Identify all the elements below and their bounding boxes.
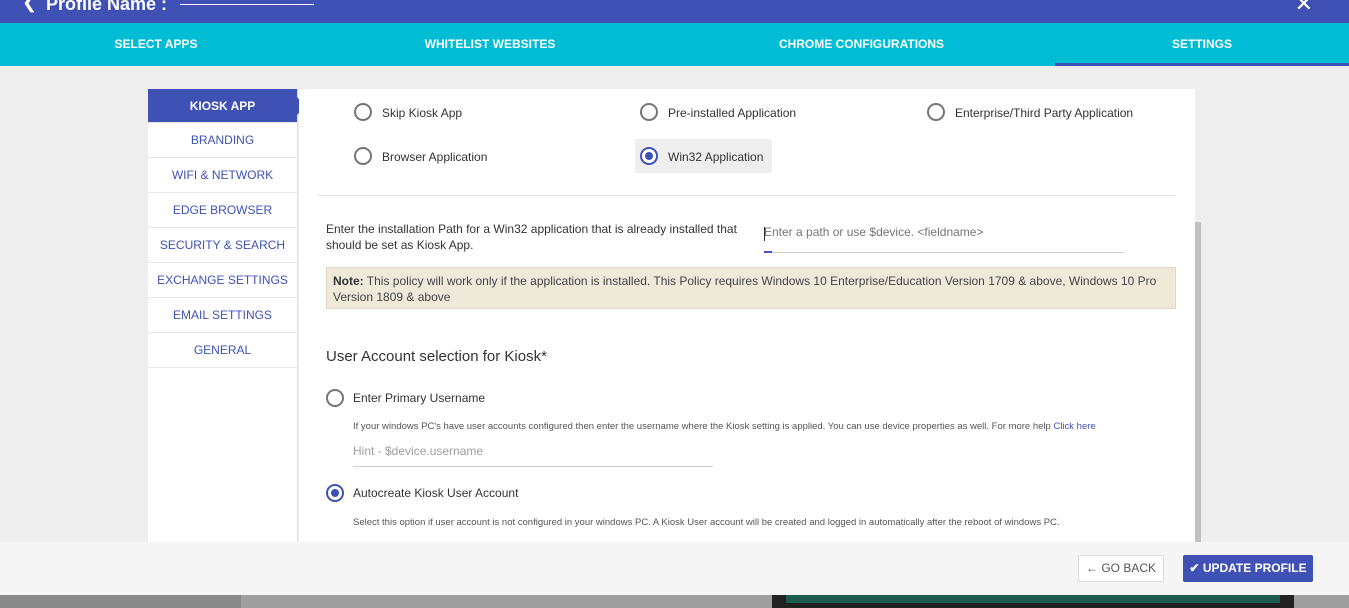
radio-label-skip-kiosk: Skip Kiosk App — [382, 106, 463, 120]
policy-note: Note: This policy will work only if the … — [326, 267, 1176, 309]
radio-label-win32-app: Win32 Application — [668, 150, 764, 164]
text-cursor — [764, 227, 765, 241]
radio-autocreate-account[interactable] — [326, 484, 344, 502]
radio-enterprise[interactable] — [927, 103, 945, 121]
profile-name-input[interactable] — [180, 3, 314, 5]
install-path-description: Enter the installation Path for a Win32 … — [326, 222, 737, 252]
sidebar-item-branding[interactable]: BRANDING — [148, 123, 297, 158]
primary-username-help: If your windows PC's have user accounts … — [353, 421, 1096, 432]
background-panel-green — [786, 595, 1280, 603]
username-input[interactable]: Hint - $device.username — [353, 441, 713, 467]
click-here-link[interactable]: Click here — [1053, 421, 1095, 432]
user-account-title: User Account selection for Kiosk* — [326, 348, 547, 365]
note-label: Note: — [333, 274, 364, 288]
focus-underline — [764, 251, 772, 253]
kiosk-settings-panel: Skip Kiosk App Pre-installed Application… — [299, 89, 1195, 542]
sidebar-item-security-search[interactable]: SECURITY & SEARCH — [148, 228, 297, 263]
radio-browser-app[interactable] — [354, 147, 372, 165]
background-panel-left — [0, 595, 241, 608]
sidebar-item-edge-browser[interactable]: EDGE BROWSER — [148, 193, 297, 228]
note-text: This policy will work only if the applic… — [333, 274, 1157, 304]
radio-win32-app[interactable] — [640, 147, 658, 165]
radio-label-browser-app: Browser Application — [382, 150, 488, 164]
go-back-label: GO BACK — [1101, 561, 1157, 575]
sidebar-item-exchange-settings[interactable]: EXCHANGE SETTINGS — [148, 263, 297, 298]
radio-primary-username[interactable] — [326, 389, 344, 407]
double-check-icon: ✔ — [1189, 561, 1200, 575]
username-placeholder: Hint - $device.username — [353, 444, 484, 458]
install-path-input[interactable]: Enter a path or use $device. <fieldname> — [764, 223, 1124, 253]
update-profile-label: UPDATE PROFILE — [1202, 561, 1307, 575]
primary-help-text: If your windows PC's have user accounts … — [353, 421, 1051, 432]
tab-settings[interactable]: SETTINGS — [1055, 23, 1349, 66]
tab-whitelist-websites[interactable]: WHITELIST WEBSITES — [312, 23, 668, 66]
tab-bar: SELECT APPS WHITELIST WEBSITES CHROME CO… — [0, 23, 1349, 66]
scrollbar[interactable] — [1195, 222, 1201, 542]
sidebar-item-wifi-network[interactable]: WIFI & NETWORK — [148, 158, 297, 193]
tab-select-apps[interactable]: SELECT APPS — [0, 23, 312, 66]
close-icon[interactable]: ✕ — [1295, 0, 1313, 17]
radio-label-primary-username: Enter Primary Username — [353, 391, 486, 405]
radio-label-enterprise: Enterprise/Third Party Application — [955, 106, 1134, 120]
sidebar-item-kiosk-app[interactable]: KIOSK APP — [148, 89, 305, 123]
back-arrow-icon[interactable]: ❮ — [22, 0, 37, 13]
radio-label-autocreate-account: Autocreate Kiosk User Account — [353, 486, 519, 500]
profile-name-label: Profile Name : — [46, 0, 168, 14]
background-window-strip — [0, 595, 1349, 608]
autocreate-help: Select this option if user account is no… — [353, 517, 1060, 528]
sidebar-item-email-settings[interactable]: EMAIL SETTINGS — [148, 298, 297, 333]
settings-sidebar: KIOSK APP BRANDING WIFI & NETWORK EDGE B… — [148, 89, 305, 542]
top-app-bar: ❮ Profile Name : ✕ — [0, 0, 1349, 23]
sidebar-item-general[interactable]: GENERAL — [148, 333, 297, 368]
radio-skip-kiosk[interactable] — [354, 103, 372, 121]
radio-label-pre-installed: Pre-installed Application — [668, 106, 797, 120]
tab-chrome-configurations[interactable]: CHROME CONFIGURATIONS — [668, 23, 1055, 66]
path-placeholder: Enter a path or use $device. <fieldname> — [764, 225, 984, 239]
arrow-left-icon: ← — [1085, 561, 1098, 575]
radio-pre-installed[interactable] — [640, 103, 658, 121]
update-profile-button[interactable]: ✔ UPDATE PROFILE — [1183, 555, 1313, 582]
divider — [317, 195, 1175, 196]
go-back-button[interactable]: ← GO BACK — [1078, 555, 1164, 582]
